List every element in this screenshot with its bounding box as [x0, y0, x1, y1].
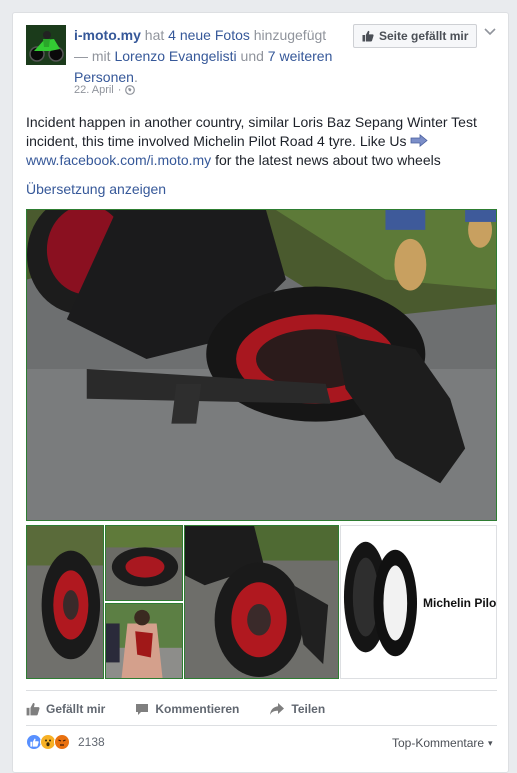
post-text-tail: for the latest news about two wheels [215, 152, 441, 168]
post-actions-bar: Gefällt mir Kommentieren Teilen [26, 696, 497, 722]
post-options-chevron-icon[interactable] [484, 25, 496, 39]
photo-count-link[interactable]: 4 neue Fotos [168, 27, 250, 43]
thumbs-up-icon [362, 30, 374, 42]
like-button[interactable]: Gefällt mir [26, 702, 105, 716]
rear-tire-thumb [185, 526, 338, 678]
share-label: Teilen [291, 702, 326, 716]
post-header: i-moto.my hat 4 neue Fotos hinzugefügt —… [74, 25, 344, 88]
share-icon [270, 703, 285, 715]
main-photo[interactable] [26, 209, 497, 521]
post-card: i-moto.my hat 4 neue Fotos hinzugefügt —… [12, 12, 509, 773]
meta-separator: · [117, 84, 122, 96]
tagged-person-link[interactable]: Lorenzo Evangelisti [114, 48, 236, 64]
right-arrow-emoji-icon [411, 133, 429, 148]
thumb-photo-2[interactable] [105, 525, 183, 601]
tire-side-thumb [27, 526, 103, 678]
top-comments-label: Top-Kommentare [392, 736, 485, 750]
and-text: und [240, 48, 264, 64]
period-text: . [133, 69, 138, 85]
chevron-down-icon: ▾ [488, 737, 493, 748]
reaction-count: 2138 [78, 735, 105, 749]
post-text-link[interactable]: www.facebook.com/i.moto.my [26, 152, 211, 168]
like-label: Gefällt mir [46, 702, 106, 716]
added-pre-text: hat [144, 27, 165, 43]
reactions-summary[interactable]: 2138 [26, 734, 105, 750]
post-date-link[interactable]: 22. April [74, 84, 114, 96]
share-button[interactable]: Teilen [269, 702, 325, 716]
post-text: Incident happen in another country, simi… [26, 113, 501, 170]
comment-button[interactable]: Kommentieren [135, 702, 239, 716]
thumbs-up-icon [26, 703, 40, 716]
post-meta: 22. April · [74, 84, 136, 96]
like-page-label: Seite gefällt mir [379, 29, 469, 43]
actions-divider-top [26, 690, 497, 691]
thumb-photo-3[interactable] [105, 603, 183, 679]
like-page-button[interactable]: Seite gefällt mir [353, 24, 478, 48]
with-text: — mit [74, 48, 111, 64]
thumb-photo-1[interactable] [26, 525, 104, 679]
page-name-link[interactable]: i-moto.my [74, 27, 141, 43]
post-text-main: Incident happen in another country, simi… [26, 114, 477, 149]
page-avatar[interactable] [26, 25, 66, 65]
top-comments-dropdown[interactable]: Top-Kommentare ▾ [392, 736, 493, 750]
comment-label: Kommentieren [155, 702, 240, 716]
angry-reaction-icon [54, 734, 70, 750]
translate-link[interactable]: Übersetzung anzeigen [26, 181, 166, 197]
motorcycle-avatar-icon [26, 25, 66, 65]
thumb-photo-4[interactable] [184, 525, 339, 679]
injured-rider-thumb [106, 604, 182, 678]
tire-ad-text: Michelin Pilo [423, 596, 497, 610]
tire-top-thumb [106, 526, 182, 600]
added-post-text: hinzugefügt [253, 27, 327, 43]
comment-icon [136, 704, 149, 715]
actions-divider-bottom [26, 725, 497, 726]
globe-icon[interactable] [125, 85, 136, 95]
thumb-photo-5[interactable]: Michelin Pilo [340, 525, 497, 679]
damaged-tire-photo [27, 210, 496, 520]
